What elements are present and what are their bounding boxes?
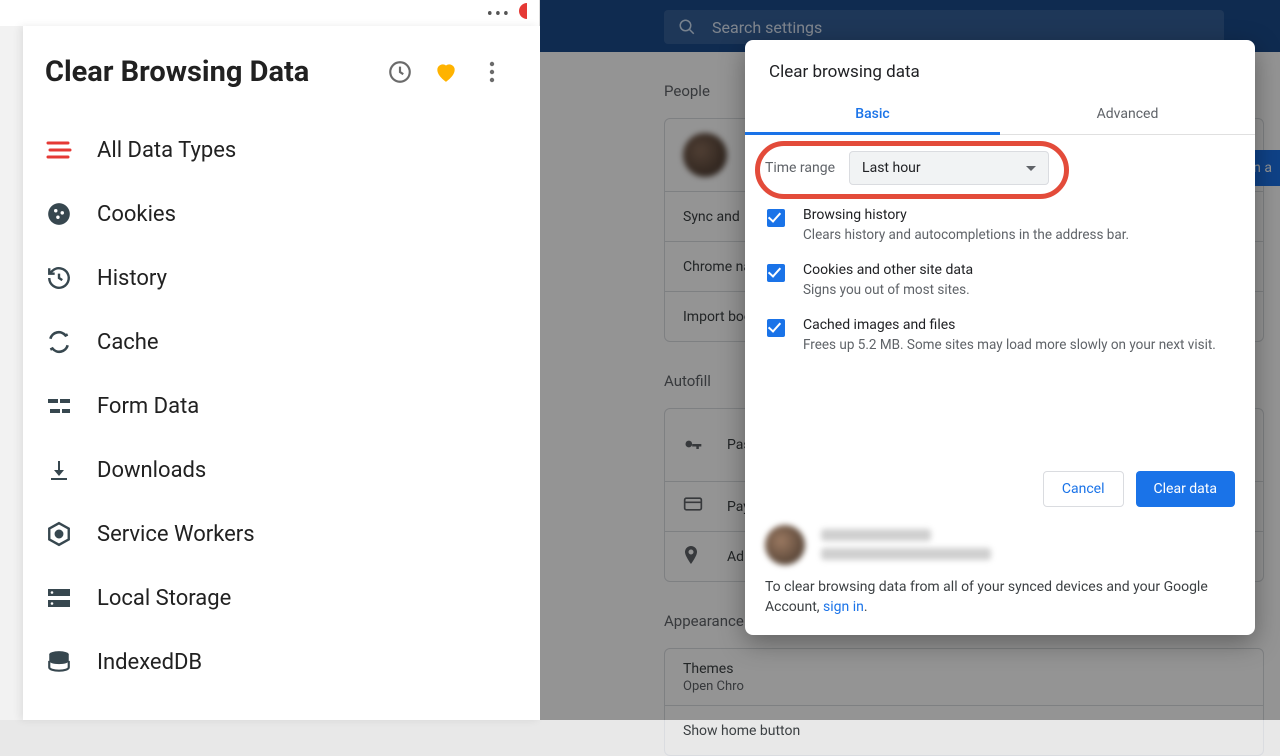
service-workers-icon (45, 520, 73, 548)
option-desc: Signs you out of most sites. (803, 281, 973, 299)
item-indexeddb[interactable]: IndexedDB (23, 630, 540, 694)
option-desc: Clears history and autocompletions in th… (803, 226, 1129, 244)
item-label: IndexedDB (97, 650, 202, 675)
item-label: All Data Types (97, 138, 236, 163)
option-browsing-history[interactable]: Browsing history Clears history and auto… (765, 199, 1235, 254)
item-all-data-types[interactable]: All Data Types (23, 118, 540, 182)
item-label: Form Data (97, 394, 199, 419)
kebab-menu-icon[interactable] (472, 52, 512, 92)
clear-browsing-data-dialog: Clear browsing data Basic Advanced Time … (745, 40, 1255, 635)
cache-icon (45, 328, 73, 356)
dialog-title: Clear browsing data (745, 40, 1255, 96)
clear-browsing-data-panel: Clear Browsing Data All Data Types Cooki… (23, 26, 540, 720)
blurred-account-info (821, 529, 991, 560)
option-title: Browsing history (803, 207, 1129, 223)
indexeddb-icon (45, 648, 73, 676)
item-label: Cookies (97, 202, 176, 227)
local-storage-icon (45, 584, 73, 612)
overflow-dots-icon[interactable]: ••• (487, 4, 511, 25)
tab-basic[interactable]: Basic (745, 96, 1000, 134)
time-range-select[interactable]: Last hour (849, 151, 1049, 185)
item-label: History (97, 266, 167, 291)
checkbox-icon[interactable] (767, 264, 785, 282)
tab-advanced[interactable]: Advanced (1000, 96, 1255, 134)
item-label: Cache (97, 330, 159, 355)
tab-corner-icon (519, 3, 535, 19)
downloads-icon (45, 456, 73, 484)
chevron-down-icon (1026, 166, 1036, 171)
time-range-label: Time range (765, 160, 835, 176)
item-label: Local Storage (97, 586, 231, 611)
panel-title: Clear Browsing Data (45, 55, 374, 89)
time-range-value: Last hour (862, 160, 921, 176)
item-form-data[interactable]: Form Data (23, 374, 540, 438)
option-cached[interactable]: Cached images and files Frees up 5.2 MB.… (765, 309, 1235, 364)
item-history[interactable]: History (23, 246, 540, 310)
item-cache[interactable]: Cache (23, 310, 540, 374)
checkbox-icon[interactable] (767, 209, 785, 227)
cookies-icon (45, 200, 73, 228)
heart-icon[interactable] (426, 52, 466, 92)
clear-data-button[interactable]: Clear data (1136, 471, 1235, 507)
item-downloads[interactable]: Downloads (23, 438, 540, 502)
item-service-workers[interactable]: Service Workers (23, 502, 540, 566)
item-label: Downloads (97, 458, 206, 483)
option-title: Cached images and files (803, 317, 1216, 333)
item-cookies[interactable]: Cookies (23, 182, 540, 246)
all-data-icon (45, 136, 73, 164)
cancel-button[interactable]: Cancel (1043, 471, 1124, 507)
option-desc: Frees up 5.2 MB. Some sites may load mor… (803, 336, 1216, 354)
form-data-icon (45, 392, 73, 420)
item-label: Service Workers (97, 522, 255, 547)
avatar (765, 525, 805, 565)
item-local-storage[interactable]: Local Storage (23, 566, 540, 630)
history-icon[interactable] (380, 52, 420, 92)
sign-in-link[interactable]: sign in (823, 599, 864, 615)
option-title: Cookies and other site data (803, 262, 973, 278)
checkbox-icon[interactable] (767, 319, 785, 337)
option-cookies[interactable]: Cookies and other site data Signs you ou… (765, 254, 1235, 309)
dialog-footer-text: To clear browsing data from all of your … (765, 577, 1235, 618)
history-item-icon (45, 264, 73, 292)
